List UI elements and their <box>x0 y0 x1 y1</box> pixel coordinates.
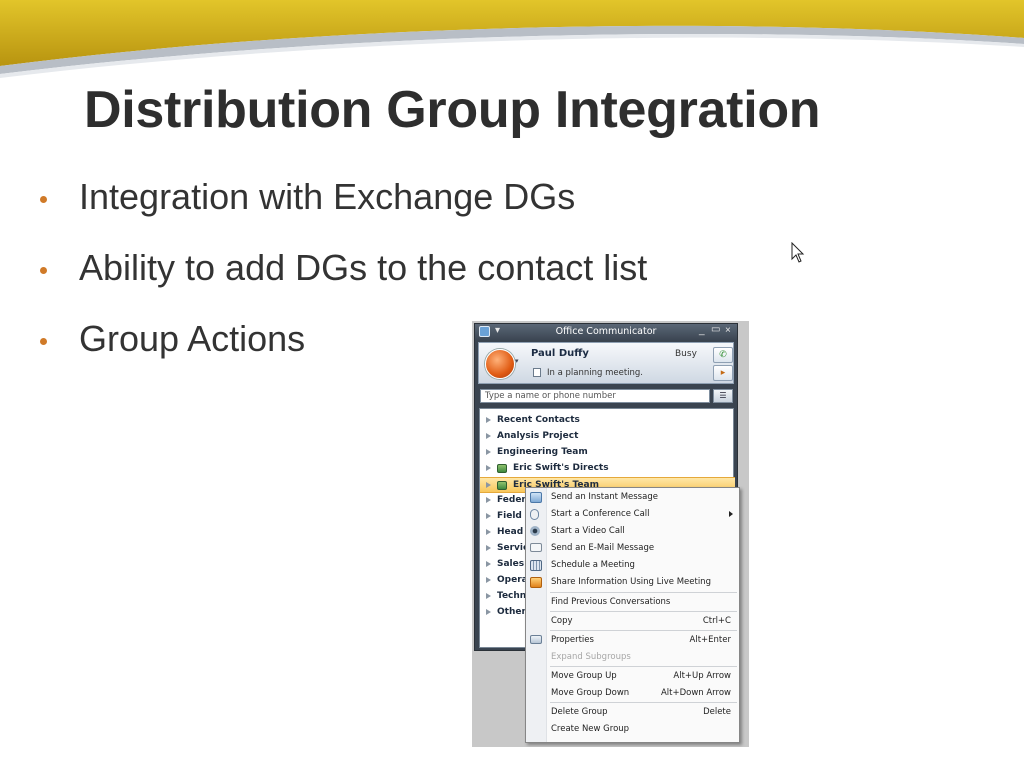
bullet-dot-icon <box>40 196 47 203</box>
expand-arrow-icon[interactable] <box>486 593 491 599</box>
menu-item-label: Share Information Using Live Meeting <box>551 577 711 587</box>
properties-icon <box>530 635 542 644</box>
menu-item-label: Copy <box>551 616 573 626</box>
menu-separator <box>550 611 737 612</box>
menu-separator <box>550 592 737 593</box>
bullet-text: Group Actions <box>79 318 306 359</box>
search-input[interactable]: Type a name or phone number <box>480 389 710 403</box>
mouse-pointer-icon <box>791 242 805 263</box>
menu-item-video-call[interactable]: Start a Video Call <box>526 523 739 540</box>
menu-item-copy[interactable]: Copy Ctrl+C <box>526 613 739 630</box>
expand-arrow-icon[interactable] <box>486 497 491 503</box>
presence-dropdown-icon[interactable]: ▾ <box>515 357 519 365</box>
communicator-screenshot: ▾ Office Communicator _ ▭ × ▾ Paul Duffy… <box>472 321 749 747</box>
menu-item-label: Send an Instant Message <box>551 492 658 502</box>
menu-item-label: Start a Video Call <box>551 526 625 536</box>
menu-item-shortcut: Alt+Up Arrow <box>673 671 731 681</box>
group-label: Field <box>497 511 522 521</box>
menu-item-schedule-meeting[interactable]: Schedule a Meeting <box>526 557 739 574</box>
minimize-icon[interactable]: _ <box>699 325 705 336</box>
submenu-arrow-icon <box>729 511 733 517</box>
profile-panel: ▾ Paul Duffy Busy In a planning meeting.… <box>478 342 734 384</box>
group-engineering-team[interactable]: Engineering Team <box>480 445 735 461</box>
expand-arrow-icon[interactable] <box>486 513 491 519</box>
group-label: Eric Swift's Directs <box>513 463 609 473</box>
expand-arrow-icon[interactable] <box>486 449 491 455</box>
group-label: Analysis Project <box>497 431 579 441</box>
menu-item-create-group[interactable]: Create New Group <box>526 721 739 738</box>
expand-arrow-icon[interactable] <box>486 417 491 423</box>
calendar-icon <box>530 560 542 571</box>
im-icon <box>530 492 542 503</box>
personal-note[interactable]: In a planning meeting. <box>547 368 643 378</box>
menu-item-properties[interactable]: Properties Alt+Enter <box>526 632 739 649</box>
menu-item-live-meeting[interactable]: Share Information Using Live Meeting <box>526 574 739 591</box>
menu-item-conference-call[interactable]: Start a Conference Call <box>526 506 739 523</box>
group-eric-swifts-directs[interactable]: Eric Swift's Directs <box>480 461 735 477</box>
header-banner <box>0 0 1024 78</box>
group-analysis-project[interactable]: Analysis Project <box>480 429 735 445</box>
menu-item-shortcut: Delete <box>703 707 731 717</box>
presence-status[interactable]: Busy <box>675 349 697 359</box>
webcam-icon <box>530 526 540 536</box>
menu-item-find-conversations[interactable]: Find Previous Conversations <box>526 594 739 611</box>
presence-orb-icon[interactable] <box>485 349 515 379</box>
live-meeting-icon <box>530 577 542 588</box>
bullet-text: Integration with Exchange DGs <box>79 176 576 217</box>
menu-item-shortcut: Alt+Down Arrow <box>660 688 731 698</box>
bullet-text: Ability to add DGs to the contact list <box>79 247 648 288</box>
menu-item-shortcut: Alt+Enter <box>689 635 731 645</box>
menu-item-label: Find Previous Conversations <box>551 597 671 607</box>
audio-device-icon[interactable]: ▸ <box>713 365 733 381</box>
group-label: Recent Contacts <box>497 415 580 425</box>
menu-item-move-up[interactable]: Move Group Up Alt+Up Arrow <box>526 668 739 685</box>
expand-arrow-icon[interactable] <box>486 545 491 551</box>
distribution-group-icon <box>497 464 507 473</box>
menu-separator <box>550 702 737 703</box>
menu-item-move-down[interactable]: Move Group Down Alt+Down Arrow <box>526 685 739 702</box>
expand-arrow-icon[interactable] <box>486 529 491 535</box>
window-titlebar: ▾ Office Communicator _ ▭ × <box>475 324 737 340</box>
maximize-icon[interactable]: ▭ <box>711 324 720 335</box>
menu-item-label: Properties <box>551 635 594 645</box>
menu-item-send-im[interactable]: Send an Instant Message <box>526 489 739 506</box>
phone-icon <box>530 509 539 520</box>
expand-arrow-icon[interactable] <box>486 482 491 488</box>
menu-item-send-email[interactable]: Send an E-Mail Message <box>526 540 739 557</box>
group-recent-contacts[interactable]: Recent Contacts <box>480 413 735 429</box>
menu-item-label: Schedule a Meeting <box>551 560 635 570</box>
expand-arrow-icon[interactable] <box>486 561 491 567</box>
expand-arrow-icon[interactable] <box>486 465 491 471</box>
menu-separator <box>550 630 737 631</box>
user-name: Paul Duffy <box>531 348 589 359</box>
menu-item-label: Delete Group <box>551 707 608 717</box>
slide-title: Distribution Group Integration <box>84 81 821 139</box>
menu-item-label: Move Group Down <box>551 688 630 698</box>
bullet-dot-icon <box>40 338 47 345</box>
phone-icon[interactable]: ✆ <box>713 347 733 363</box>
menu-item-expand-subgroups: Expand Subgroups <box>526 649 739 666</box>
menu-item-delete-group[interactable]: Delete Group Delete <box>526 704 739 721</box>
group-context-menu: Send an Instant Message Start a Conferen… <box>525 487 740 743</box>
expand-arrow-icon[interactable] <box>486 609 491 615</box>
menu-item-label: Expand Subgroups <box>551 652 631 662</box>
menu-separator <box>550 666 737 667</box>
close-icon[interactable]: × <box>725 325 731 336</box>
note-icon <box>533 368 541 377</box>
group-label: Engineering Team <box>497 447 588 457</box>
expand-arrow-icon[interactable] <box>486 433 491 439</box>
bullet-dot-icon <box>40 267 47 274</box>
menu-item-label: Create New Group <box>551 724 630 734</box>
menu-item-label: Move Group Up <box>551 671 617 681</box>
menu-item-shortcut: Ctrl+C <box>702 616 731 626</box>
window-title: Office Communicator <box>555 326 657 337</box>
email-icon <box>530 543 542 552</box>
list-options-icon[interactable]: ☰ <box>713 389 733 403</box>
expand-arrow-icon[interactable] <box>486 577 491 583</box>
menu-item-label: Send an E-Mail Message <box>551 543 655 553</box>
menu-item-label: Start a Conference Call <box>551 509 650 519</box>
distribution-group-icon <box>497 481 507 490</box>
